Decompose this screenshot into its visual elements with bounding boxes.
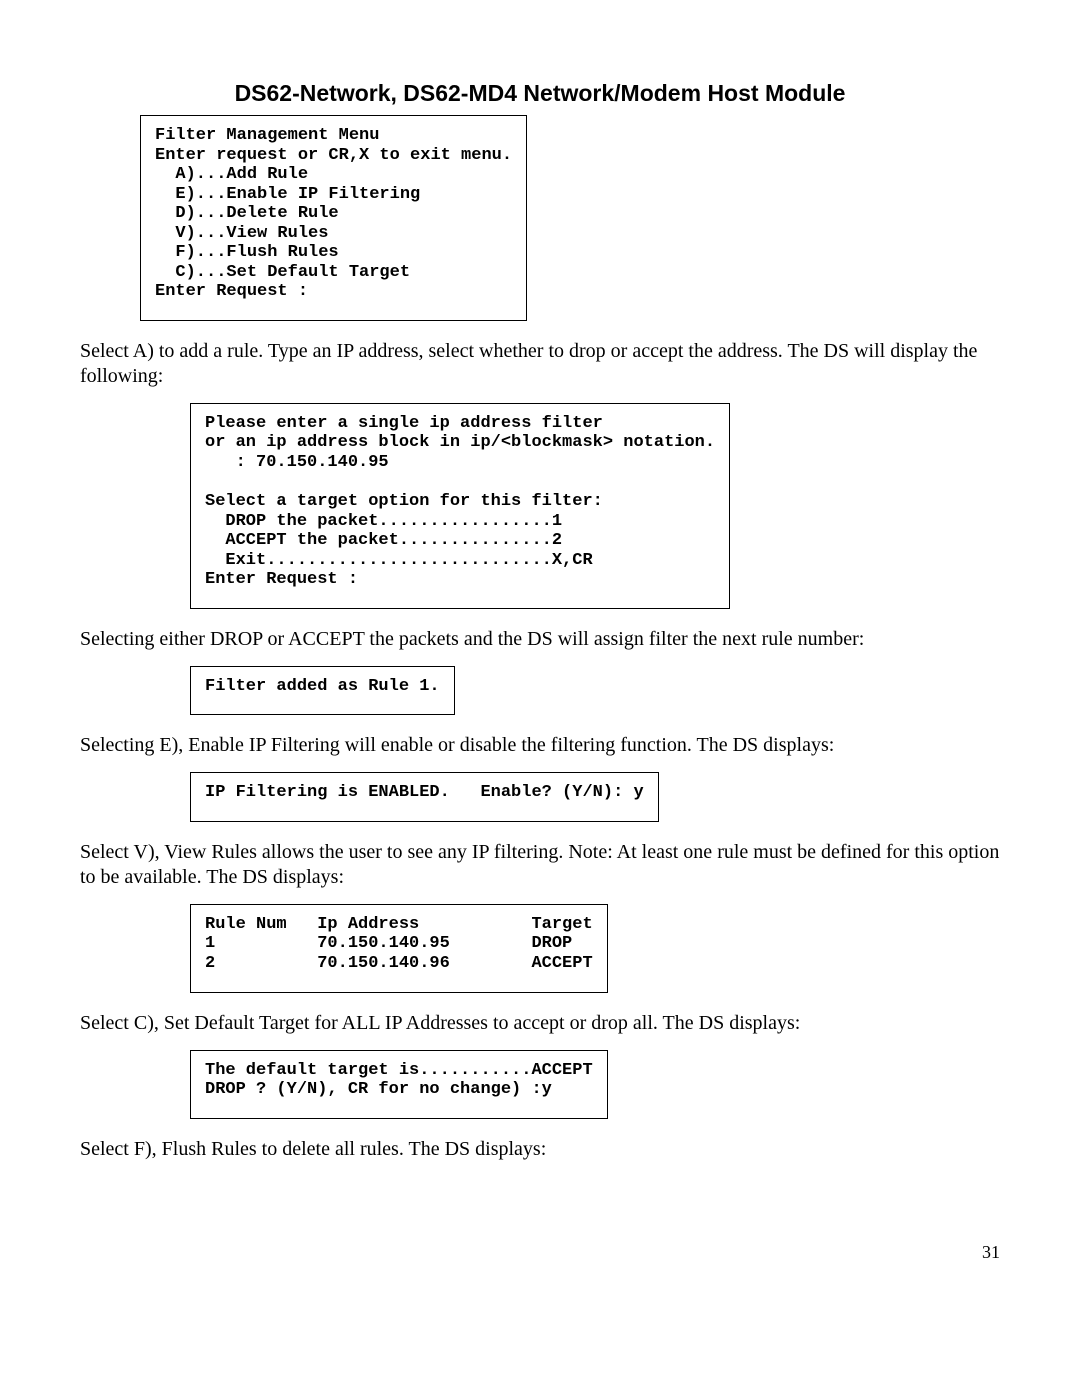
terminal-enable-filtering: IP Filtering is ENABLED. Enable? (Y/N): … [190, 772, 659, 822]
paragraph-flush-rules: Select F), Flush Rules to delete all rul… [80, 1137, 1000, 1162]
terminal-rules-table: Rule Num Ip Address Target 1 70.150.140.… [190, 904, 608, 993]
paragraph-enable-filtering: Selecting E), Enable IP Filtering will e… [80, 733, 1000, 758]
paragraph-default-target: Select C), Set Default Target for ALL IP… [80, 1011, 1000, 1036]
document-title: DS62-Network, DS62-MD4 Network/Modem Hos… [80, 80, 1000, 107]
terminal-filter-added: Filter added as Rule 1. [190, 666, 455, 716]
paragraph-add-rule: Select A) to add a rule. Type an IP addr… [80, 339, 1000, 389]
page-number: 31 [80, 1242, 1000, 1263]
terminal-add-rule: Please enter a single ip address filter … [190, 403, 730, 609]
terminal-filter-menu: Filter Management Menu Enter request or … [140, 115, 527, 321]
paragraph-drop-accept: Selecting either DROP or ACCEPT the pack… [80, 627, 1000, 652]
terminal-default-target: The default target is...........ACCEPT D… [190, 1050, 608, 1119]
paragraph-view-rules: Select V), View Rules allows the user to… [80, 840, 1000, 890]
